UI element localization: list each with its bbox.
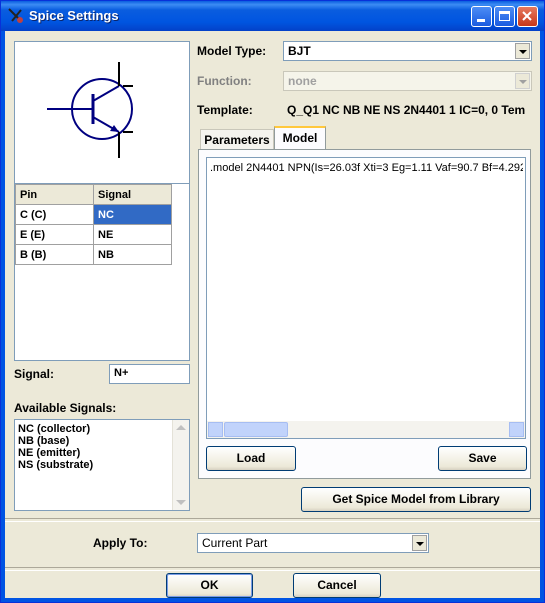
ok-button[interactable]: OK: [166, 573, 253, 598]
load-button[interactable]: Load: [206, 446, 296, 471]
signal-cell[interactable]: NC: [93, 204, 172, 225]
function-value: none: [288, 74, 317, 88]
npn-transistor-icon: [47, 62, 133, 158]
signal-column-header[interactable]: Signal: [93, 184, 172, 205]
list-item[interactable]: NS (substrate): [18, 459, 93, 471]
function-select[interactable]: none: [283, 71, 532, 91]
horizontal-scrollbar[interactable]: [207, 421, 525, 438]
chevron-down-icon[interactable]: [412, 535, 427, 551]
model-tab-panel: .model 2N4401 NPN(Is=26.03f Xti=3 Eg=1.1…: [198, 149, 531, 479]
scroll-down-icon[interactable]: [176, 500, 186, 505]
model-text-area[interactable]: .model 2N4401 NPN(Is=26.03f Xti=3 Eg=1.1…: [206, 157, 526, 439]
available-signals-label: Available Signals:: [14, 401, 117, 415]
apply-to-value: Current Part: [202, 536, 268, 550]
divider: [5, 518, 540, 522]
maximize-icon: [499, 11, 510, 21]
get-spice-model-button[interactable]: Get Spice Model from Library: [301, 487, 531, 512]
save-button[interactable]: Save: [438, 446, 527, 471]
dialog-body: Pin Signal C (C) NC E (E) NE B (B) NB Si…: [5, 31, 540, 598]
spice-app-icon: [8, 8, 23, 23]
list-item[interactable]: NE (emitter): [18, 447, 93, 459]
template-value: Q_Q1 NC NB NE NS 2N4401 1 IC=0, 0 Tem: [287, 103, 526, 117]
minimize-icon: [477, 19, 485, 22]
scroll-thumb[interactable]: [224, 422, 288, 437]
window-title: Spice Settings: [29, 8, 119, 23]
close-icon: [522, 11, 532, 21]
pin-cell[interactable]: B (B): [15, 244, 94, 265]
signal-input[interactable]: N+: [109, 364, 190, 384]
minimize-button[interactable]: [471, 6, 492, 27]
model-type-value: BJT: [288, 44, 311, 58]
pin-signal-table: Pin Signal C (C) NC E (E) NE B (B) NB: [14, 183, 190, 361]
spice-settings-window: Spice Settings Pin Signal C (C) NC E (E)…: [0, 0, 545, 603]
scroll-right-icon[interactable]: [509, 422, 524, 437]
chevron-down-icon[interactable]: [515, 73, 530, 89]
template-label: Template:: [197, 103, 253, 117]
apply-to-select[interactable]: Current Part: [197, 533, 429, 553]
available-signals-list[interactable]: NC (collector) NB (base) NE (emitter) NS…: [14, 419, 190, 511]
scroll-up-icon[interactable]: [176, 425, 186, 430]
maximize-button[interactable]: [494, 6, 515, 27]
function-label: Function:: [197, 74, 252, 88]
tab-parameters[interactable]: Parameters: [200, 129, 274, 149]
apply-to-label: Apply To:: [93, 536, 148, 550]
pin-cell[interactable]: C (C): [15, 204, 94, 225]
pin-column-header[interactable]: Pin: [15, 184, 94, 205]
signal-cell[interactable]: NB: [93, 244, 172, 265]
model-text: .model 2N4401 NPN(Is=26.03f Xti=3 Eg=1.1…: [210, 162, 523, 174]
table-row[interactable]: C (C) NC: [15, 204, 172, 225]
divider: [5, 567, 540, 571]
signal-label: Signal:: [14, 367, 55, 381]
vertical-scrollbar[interactable]: [172, 420, 189, 510]
close-button[interactable]: [517, 6, 538, 27]
chevron-down-icon[interactable]: [515, 43, 530, 59]
pin-cell[interactable]: E (E): [15, 224, 94, 245]
tab-model[interactable]: Model: [274, 126, 326, 150]
model-type-label: Model Type:: [197, 44, 267, 58]
table-row[interactable]: B (B) NB: [15, 244, 172, 265]
model-type-select[interactable]: BJT: [283, 41, 532, 61]
cancel-button[interactable]: Cancel: [293, 573, 381, 598]
scroll-left-icon[interactable]: [208, 422, 223, 437]
list-item[interactable]: NB (base): [18, 435, 93, 447]
signal-cell[interactable]: NE: [93, 224, 172, 245]
symbol-preview: [14, 41, 190, 186]
list-item[interactable]: NC (collector): [18, 423, 93, 435]
table-row[interactable]: E (E) NE: [15, 224, 172, 245]
title-bar[interactable]: Spice Settings: [1, 1, 544, 31]
